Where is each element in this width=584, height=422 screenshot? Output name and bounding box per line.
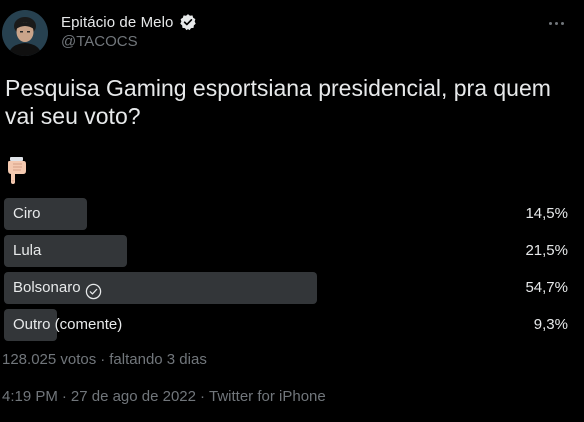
tweet-text: Pesquisa Gaming esportsiana presidencial… <box>5 75 558 129</box>
avatar[interactable] <box>2 10 48 56</box>
poll-votes-count: 128.025 votos <box>2 351 97 368</box>
poll-option: Bolsonaro 54,7% <box>4 271 576 304</box>
poll: Ciro 14,5% Lula 21,5% Bolsonaro 54,7% Ou… <box>4 197 576 345</box>
separator: · <box>100 351 106 368</box>
backhand-index-pointing-down-icon <box>5 157 29 185</box>
poll-option-label: Ciro <box>13 205 41 222</box>
poll-option-percent: 14,5% <box>525 205 568 222</box>
poll-meta: 128.025 votos · faltando 3 dias <box>2 351 207 368</box>
poll-option-label: Lula <box>13 242 42 259</box>
poll-option-percent: 54,7% <box>525 279 568 296</box>
poll-option-percent: 9,3% <box>533 316 568 333</box>
more-options-button[interactable] <box>544 12 568 34</box>
author-handle[interactable]: @TACOCS <box>61 33 138 50</box>
poll-option-label: Bolsonaro <box>13 279 81 296</box>
poll-option: Ciro 14,5% <box>4 197 576 230</box>
voted-check-icon <box>85 279 102 300</box>
more-dot-icon <box>548 21 552 25</box>
tweet: Epitácio de Melo @TACOCS Pesquisa Gaming… <box>0 0 584 422</box>
separator: · <box>61 388 67 405</box>
tweet-meta: 4:19 PM · 27 de ago de 2022 · Twitter fo… <box>2 388 326 405</box>
more-dot-icon <box>554 21 558 25</box>
tweet-date[interactable]: 27 de ago de 2022 <box>71 388 196 405</box>
more-dot-icon <box>560 21 564 25</box>
poll-time-left: faltando 3 dias <box>109 351 207 368</box>
poll-option-label: Outro (comente) <box>13 316 123 333</box>
verified-badge-icon <box>179 13 197 31</box>
poll-option: Lula 21,5% <box>4 234 576 267</box>
tweet-time[interactable]: 4:19 PM <box>2 388 58 405</box>
separator: · <box>200 388 205 405</box>
author-display-name[interactable]: Epitácio de Melo <box>61 14 174 31</box>
poll-option: Outro (comente) 9,3% <box>4 308 576 341</box>
tweet-source[interactable]: Twitter for iPhone <box>209 388 326 405</box>
poll-option-percent: 21,5% <box>525 242 568 259</box>
author-name-row[interactable]: Epitácio de Melo <box>61 11 197 33</box>
